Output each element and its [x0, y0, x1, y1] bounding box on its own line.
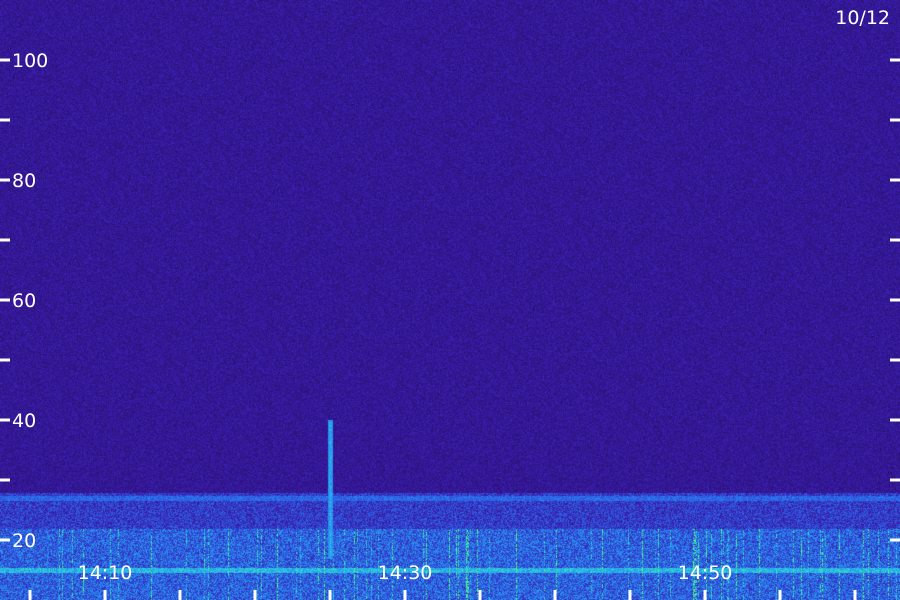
y-tick-label-20: 20 [12, 530, 36, 552]
date-label: 10/12 [835, 7, 890, 29]
y-tick-label-40: 40 [12, 410, 36, 432]
chart-overlay: 10/12 20 40 60 80 100 14:10 14:30 14:50 [0, 7, 900, 600]
y-tick-label-60: 60 [12, 290, 36, 312]
x-tick-label-14:30: 14:30 [378, 562, 433, 584]
y-axis: 20 40 60 80 100 [0, 50, 900, 552]
y-tick-label-80: 80 [12, 170, 36, 192]
spectrogram-chart: 10/12 20 40 60 80 100 14:10 14:30 14:50 [0, 0, 900, 600]
x-axis: 14:10 14:30 14:50 [28, 562, 857, 600]
x-tick-label-14:50: 14:50 [678, 562, 733, 584]
x-tick-label-14:10: 14:10 [78, 562, 133, 584]
y-tick-label-100: 100 [12, 50, 48, 72]
